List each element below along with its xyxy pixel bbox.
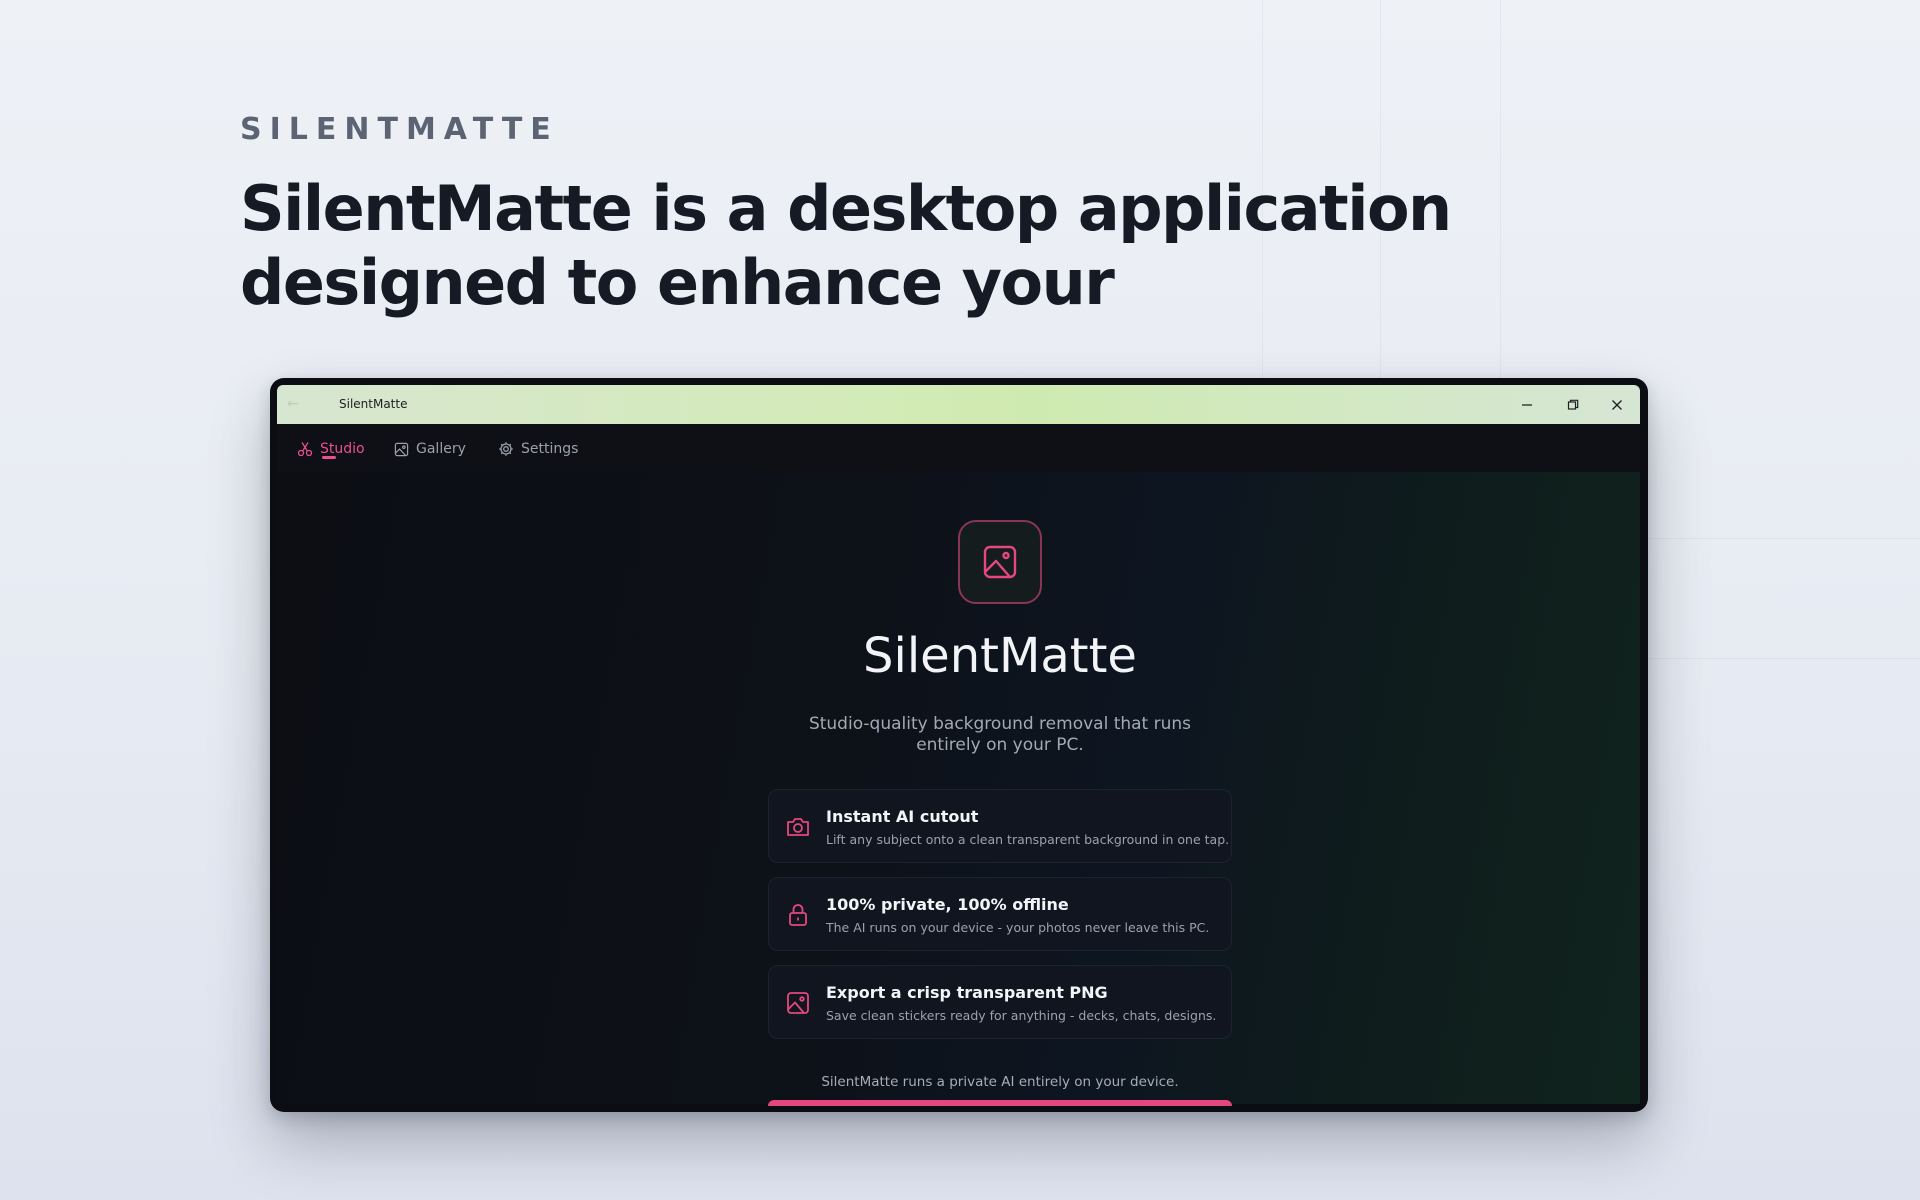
feature-description: Save clean stickers ready for anything -… [826,1008,1217,1023]
feature-description: The AI runs on your device - your photos… [826,920,1210,935]
image-icon [787,992,809,1014]
feature-card: Instant AI cutout Lift any subject onto … [768,789,1232,863]
tab-studio[interactable]: Studio [297,441,365,457]
close-button[interactable] [1594,385,1640,424]
feature-title: 100% private, 100% offline [826,895,1069,914]
primary-action-button[interactable] [768,1100,1232,1106]
active-tab-indicator [322,456,336,459]
app-logo [958,520,1042,604]
brand-eyebrow: SILENTMATTE [240,112,559,147]
minimize-icon [1522,403,1532,406]
tagline: Studio-quality background removal that r… [808,714,1192,755]
nav-bar: Studio Gallery Settings [277,424,1640,472]
feature-card: 100% private, 100% offline The AI runs o… [768,877,1232,951]
scissors-icon [297,442,313,457]
privacy-note: SilentMatte runs a private AI entirely o… [821,1074,1179,1090]
tab-settings[interactable]: Settings [498,441,578,457]
gear-icon [499,442,513,456]
restore-button[interactable] [1550,385,1596,424]
lock-icon [789,904,807,926]
feature-title: Instant AI cutout [826,807,979,826]
feature-card: Export a crisp transparent PNG Save clea… [768,965,1232,1039]
minimize-button[interactable] [1504,385,1550,424]
window-title: SilentMatte [339,397,408,411]
decor-line [1648,658,1920,659]
feature-description: Lift any subject onto a clean transparen… [826,832,1230,847]
title-bar: ← SilentMatte [277,385,1640,424]
image-icon [983,545,1017,579]
back-arrow-icon[interactable]: ← [287,396,305,412]
image-icon [394,442,409,456]
tab-label: Settings [521,441,579,457]
camera-icon [787,818,809,836]
decor-line [1648,538,1920,539]
tab-label: Gallery [416,441,466,457]
app-name-heading: SilentMatte [863,628,1137,684]
tab-gallery[interactable]: Gallery [394,441,466,457]
restore-icon [1567,399,1579,410]
tab-label: Studio [320,441,365,457]
page-headline: SilentMatte is a desktop application des… [240,172,1452,319]
close-icon [1612,399,1622,410]
feature-title: Export a crisp transparent PNG [826,983,1108,1002]
